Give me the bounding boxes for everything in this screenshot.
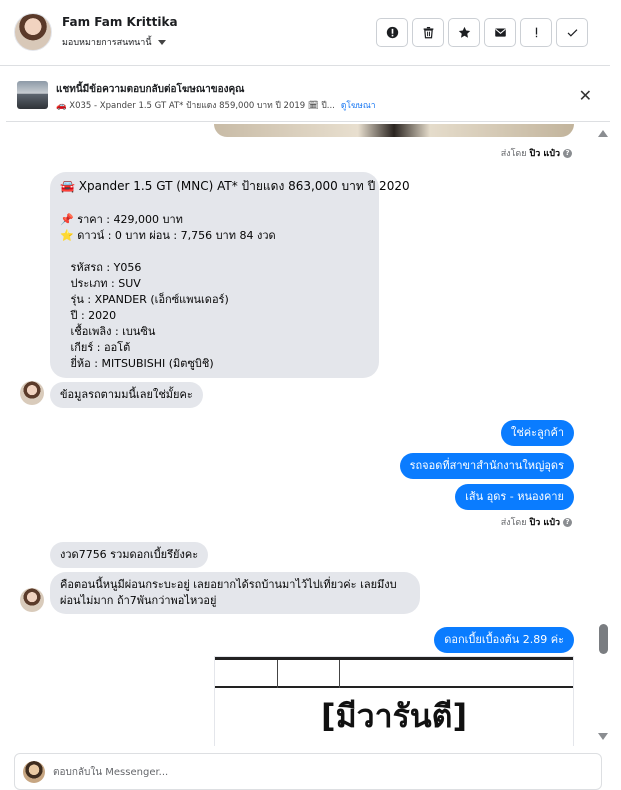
page-reply-message[interactable]: ดอกเบี้ยเบื้องต้น 2.89 ค่ะ bbox=[434, 627, 574, 653]
assign-label: มอบหมายการสนทนานี้ bbox=[62, 38, 152, 48]
ad-description: 🚗 X035 - Xpander 1.5 GT AT* ป้ายแดง 859,… bbox=[56, 101, 335, 111]
reply-input[interactable] bbox=[53, 762, 573, 782]
message-line: เชื้อเพลิง : เบนซิน bbox=[60, 325, 156, 338]
report-button[interactable] bbox=[376, 18, 408, 47]
message-line bbox=[60, 244, 369, 260]
sent-by-prefix: ส่งโดย bbox=[500, 518, 527, 528]
message-line: ปี : 2020 bbox=[60, 309, 117, 322]
page-reply-message[interactable]: ใช่ค่ะลูกค้า bbox=[500, 420, 574, 446]
mark-unread-button[interactable] bbox=[484, 18, 516, 47]
customer-avatar[interactable] bbox=[20, 381, 44, 405]
mark-done-button[interactable] bbox=[556, 18, 588, 47]
customer-avatar[interactable] bbox=[20, 588, 44, 612]
trash-icon bbox=[423, 26, 433, 39]
message-line: 📌 ราคา : 429,000 บาท bbox=[60, 213, 183, 226]
exclamation-circle-icon bbox=[386, 26, 398, 39]
caret-down-icon bbox=[157, 39, 166, 45]
page-reply-message[interactable]: รถจอดที่สาขาสำนักงานใหญ่อุดร bbox=[399, 453, 574, 479]
message-line: ⭐ ดาวน์ : 0 บาท ผ่อน : 7,756 บาท 84 งวด bbox=[60, 229, 276, 242]
message-line: คือตอนนี้หนูมีผ่อนกระบะอยู่ เลยอยากได้รถ… bbox=[60, 578, 397, 591]
message-line: ยี่ห้อ : MITSUBISHI (มิตซูบิชิ) bbox=[60, 357, 214, 370]
message-line: ประเภท : SUV bbox=[60, 277, 141, 290]
contact-avatar[interactable] bbox=[14, 13, 52, 51]
sent-by-label: ส่งโดย ปิว แป๋ว ? bbox=[501, 515, 572, 529]
car-photo-attachment[interactable] bbox=[214, 124, 574, 137]
check-icon bbox=[567, 29, 577, 37]
info-icon[interactable]: ? bbox=[563, 517, 572, 527]
contact-name[interactable]: Fam Fam Krittika bbox=[62, 15, 178, 29]
table-header-row bbox=[215, 660, 573, 688]
star-icon bbox=[458, 26, 470, 38]
customer-message[interactable]: ข้อมูลรถตามมนี้เลยใช่มั้ยคะ bbox=[50, 382, 203, 408]
sent-by-prefix: ส่งโดย bbox=[500, 149, 527, 159]
reply-composer bbox=[14, 753, 602, 790]
message-line: ผ่อนไม่มาก ถ้า7พันกว่าพอไหวอยู่ bbox=[60, 594, 217, 607]
header-actions bbox=[376, 18, 588, 47]
conversation-header: Fam Fam Krittika มอบหมายการสนทนานี้ bbox=[0, 0, 610, 66]
scroll-up-arrow-icon[interactable] bbox=[598, 130, 608, 137]
table-divider bbox=[339, 660, 340, 688]
message-line: รหัสรถ : Y056 bbox=[60, 261, 142, 274]
page-reply-message[interactable]: เส้น อุดร - หนองคาย bbox=[455, 484, 574, 510]
close-icon[interactable]: ✕ bbox=[579, 86, 592, 105]
car-details-message[interactable]: 🚘 Xpander 1.5 GT (MNC) AT* ป้ายแดง 863,0… bbox=[50, 172, 410, 378]
delete-button[interactable] bbox=[412, 18, 444, 47]
ad-banner-title: แชทนี้มีข้อความตอบกลับต่อโฆษณาของคุณ bbox=[56, 84, 245, 95]
message-line: 🚘 Xpander 1.5 GT (MNC) AT* ป้ายแดง 863,0… bbox=[60, 179, 410, 193]
message-line bbox=[60, 196, 369, 212]
scrollbar-thumb[interactable] bbox=[599, 624, 608, 654]
warranty-image-attachment[interactable]: [มีวารันตี] bbox=[214, 656, 574, 746]
table-divider bbox=[277, 660, 278, 688]
sender-name: ปิว แป๋ว bbox=[529, 149, 560, 159]
message-line: เกียร์ : ออโต้ bbox=[60, 341, 131, 354]
ad-thumbnail[interactable] bbox=[17, 81, 48, 109]
star-button[interactable] bbox=[448, 18, 480, 47]
message-line: รุ่น : XPANDER (เอ็กซ์แพนเดอร์) bbox=[60, 293, 229, 306]
exclamation-icon bbox=[535, 27, 537, 38]
ad-banner-subtitle: 🚗 X035 - Xpander 1.5 GT AT* ป้ายแดง 859,… bbox=[56, 98, 376, 112]
customer-message[interactable]: คือตอนนี้หนูมีผ่อนกระบะอยู่ เลยอยากได้รถ… bbox=[50, 572, 420, 614]
ad-reply-banner: แชทนี้มีข้อความตอบกลับต่อโฆษณาของคุณ 🚗 X… bbox=[6, 68, 610, 122]
assign-conversation-dropdown[interactable]: มอบหมายการสนทนานี้ bbox=[62, 35, 166, 49]
warranty-text: [มีวารันตี] bbox=[320, 697, 468, 735]
page-avatar bbox=[23, 761, 45, 783]
sender-name: ปิว แป๋ว bbox=[529, 518, 560, 528]
follow-up-button[interactable] bbox=[520, 18, 552, 47]
scroll-down-arrow-icon[interactable] bbox=[598, 733, 608, 740]
customer-message[interactable]: งวด7756 รวมดอกเบี้ยรึยังคะ bbox=[50, 542, 209, 568]
info-icon[interactable]: ? bbox=[563, 148, 572, 158]
view-ad-link[interactable]: ดูโฆษณา bbox=[341, 101, 376, 111]
message-thread[interactable]: ส่งโดย ปิว แป๋ว ? 🚘 Xpander 1.5 GT (MNC)… bbox=[6, 124, 610, 746]
envelope-icon bbox=[494, 28, 506, 37]
sent-by-label: ส่งโดย ปิว แป๋ว ? bbox=[501, 146, 572, 160]
